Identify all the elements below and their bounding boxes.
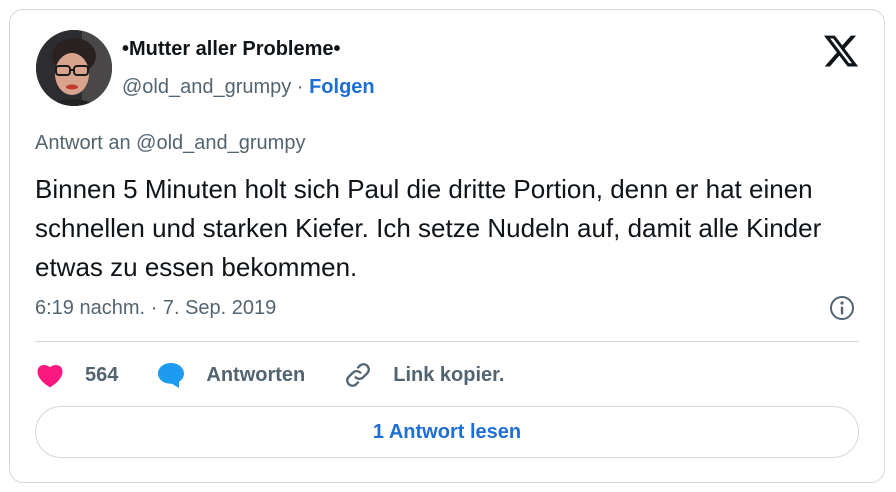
author-handle[interactable]: @old_and_grumpy bbox=[122, 76, 291, 98]
tweet-timestamp[interactable]: 6:19 nachm. · 7. Sep. 2019 bbox=[35, 297, 276, 320]
follow-button[interactable]: Folgen bbox=[309, 76, 375, 98]
tweet-text: Binnen 5 Minuten holt sich Paul die drit… bbox=[35, 174, 822, 282]
author-handle-row: @old_and_grumpy · Folgen bbox=[122, 76, 375, 99]
tweet-card: •Mutter aller Probleme• @old_and_grumpy … bbox=[9, 9, 885, 483]
copy-link-button[interactable]: Link kopier. bbox=[343, 360, 504, 390]
reply-label: Antworten bbox=[206, 363, 306, 386]
avatar[interactable] bbox=[36, 30, 112, 106]
reply-to-label: Antwort an @old_and_grumpy bbox=[35, 132, 306, 154]
link-icon bbox=[343, 360, 373, 390]
author-display-name[interactable]: •Mutter aller Probleme• bbox=[122, 38, 341, 61]
divider bbox=[35, 341, 859, 342]
chat-bubble-icon bbox=[156, 360, 186, 390]
read-replies-button[interactable]: 1 Antwort lesen bbox=[35, 406, 859, 458]
x-logo-icon[interactable] bbox=[822, 32, 860, 70]
avatar-image bbox=[36, 30, 112, 106]
like-count: 564 bbox=[85, 363, 119, 386]
heart-icon bbox=[35, 360, 65, 390]
copy-link-label: Link kopier. bbox=[393, 363, 505, 386]
action-bar: 564 Antworten Link kopier. bbox=[35, 360, 542, 390]
like-button[interactable]: 564 bbox=[35, 360, 118, 390]
reply-button[interactable]: Antworten bbox=[156, 360, 305, 390]
handle-separator: · bbox=[296, 76, 304, 98]
info-icon[interactable] bbox=[828, 294, 856, 322]
